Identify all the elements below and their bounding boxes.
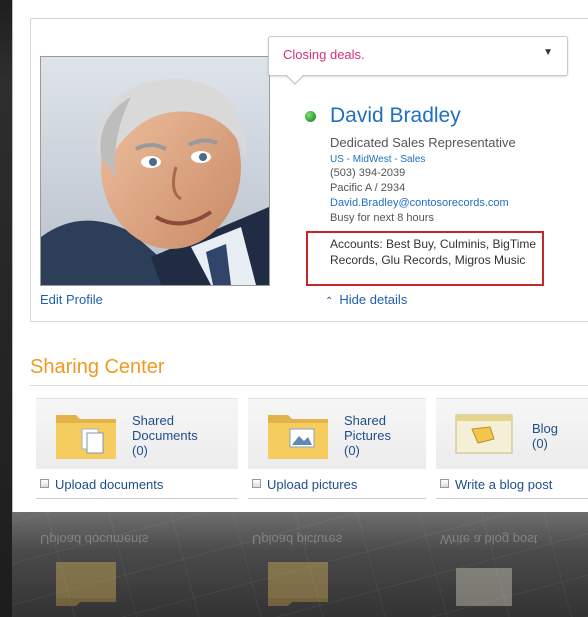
- action-divider: [436, 498, 588, 499]
- tile-count: (0): [532, 436, 548, 451]
- tile-line2: Pictures: [344, 428, 391, 443]
- bullet-icon: [40, 479, 49, 488]
- shared-pictures-tile[interactable]: Shared Pictures (0): [248, 398, 426, 469]
- status-message-text: Closing deals.: [283, 47, 365, 62]
- office-location: Pacific A / 2934: [330, 182, 406, 194]
- reflection-upload-pictures: Upload pictures: [252, 532, 343, 547]
- hide-details-link[interactable]: ⌃ Hide details: [325, 292, 407, 307]
- shared-documents-tile[interactable]: Shared Documents (0): [36, 398, 238, 469]
- documents-folder-icon: [56, 415, 116, 459]
- reflection-blog-icon: [456, 568, 512, 606]
- profile-name[interactable]: David Bradley: [330, 104, 461, 128]
- blog-tile[interactable]: Blog (0): [436, 398, 588, 469]
- write-blog-post-link[interactable]: Write a blog post: [440, 477, 552, 492]
- reflection-documents-folder-icon: [56, 562, 116, 606]
- sharing-center-divider: [30, 385, 588, 386]
- email-link[interactable]: David.Bradley@contosorecords.com: [330, 197, 509, 209]
- tile-line1: Shared: [344, 413, 386, 428]
- upload-documents-link[interactable]: Upload documents: [40, 477, 163, 492]
- status-message-dropdown[interactable]: Closing deals. ▼: [268, 36, 568, 85]
- tile-count: (0): [344, 443, 360, 458]
- tile-line2: Documents: [132, 428, 198, 443]
- action-divider: [36, 498, 238, 499]
- phone-number: (503) 394-2039: [330, 167, 406, 179]
- sharing-center-title: Sharing Center: [30, 356, 165, 378]
- hide-details-label: Hide details: [339, 292, 408, 307]
- reflection-upload-documents: Upload documents: [40, 532, 149, 547]
- upload-pictures-link[interactable]: Upload pictures: [252, 477, 357, 492]
- edit-profile-link[interactable]: Edit Profile: [40, 292, 103, 307]
- presence-status-icon: [305, 111, 316, 122]
- shared-documents-label: Shared Documents (0): [132, 413, 198, 458]
- blog-icon: [455, 414, 513, 454]
- double-chevron-up-icon: ⌃: [325, 296, 334, 307]
- bullet-icon: [252, 479, 261, 488]
- tile-line1: Blog: [532, 421, 559, 436]
- mirror-reflection: Upload documents Upload pictures Write a…: [12, 512, 588, 617]
- callout-pointer-inner: [286, 74, 304, 83]
- action-label: Upload documents: [55, 477, 164, 492]
- action-label: Upload pictures: [267, 477, 358, 492]
- job-title: Dedicated Sales Representative: [330, 135, 516, 150]
- tile-count: (0): [132, 443, 148, 458]
- tile-line1: Shared: [132, 413, 174, 428]
- action-divider: [248, 498, 426, 499]
- accounts-box: Accounts: Best Buy, Culminis, BigTime Re…: [306, 231, 544, 286]
- blog-label: Blog (0): [532, 421, 558, 451]
- shared-pictures-label: Shared Pictures (0): [344, 413, 391, 458]
- action-label: Write a blog post: [455, 477, 553, 492]
- profile-photo: [40, 56, 270, 286]
- reflection-pictures-folder-icon: [268, 562, 328, 606]
- availability-text: Busy for next 8 hours: [330, 212, 434, 224]
- pictures-folder-icon: [268, 415, 328, 459]
- bullet-icon: [440, 479, 449, 488]
- reflection-write-blog-post: Write a blog post: [440, 532, 538, 547]
- chevron-down-icon[interactable]: ▼: [543, 47, 553, 58]
- department-link[interactable]: US - MidWest - Sales: [330, 154, 425, 165]
